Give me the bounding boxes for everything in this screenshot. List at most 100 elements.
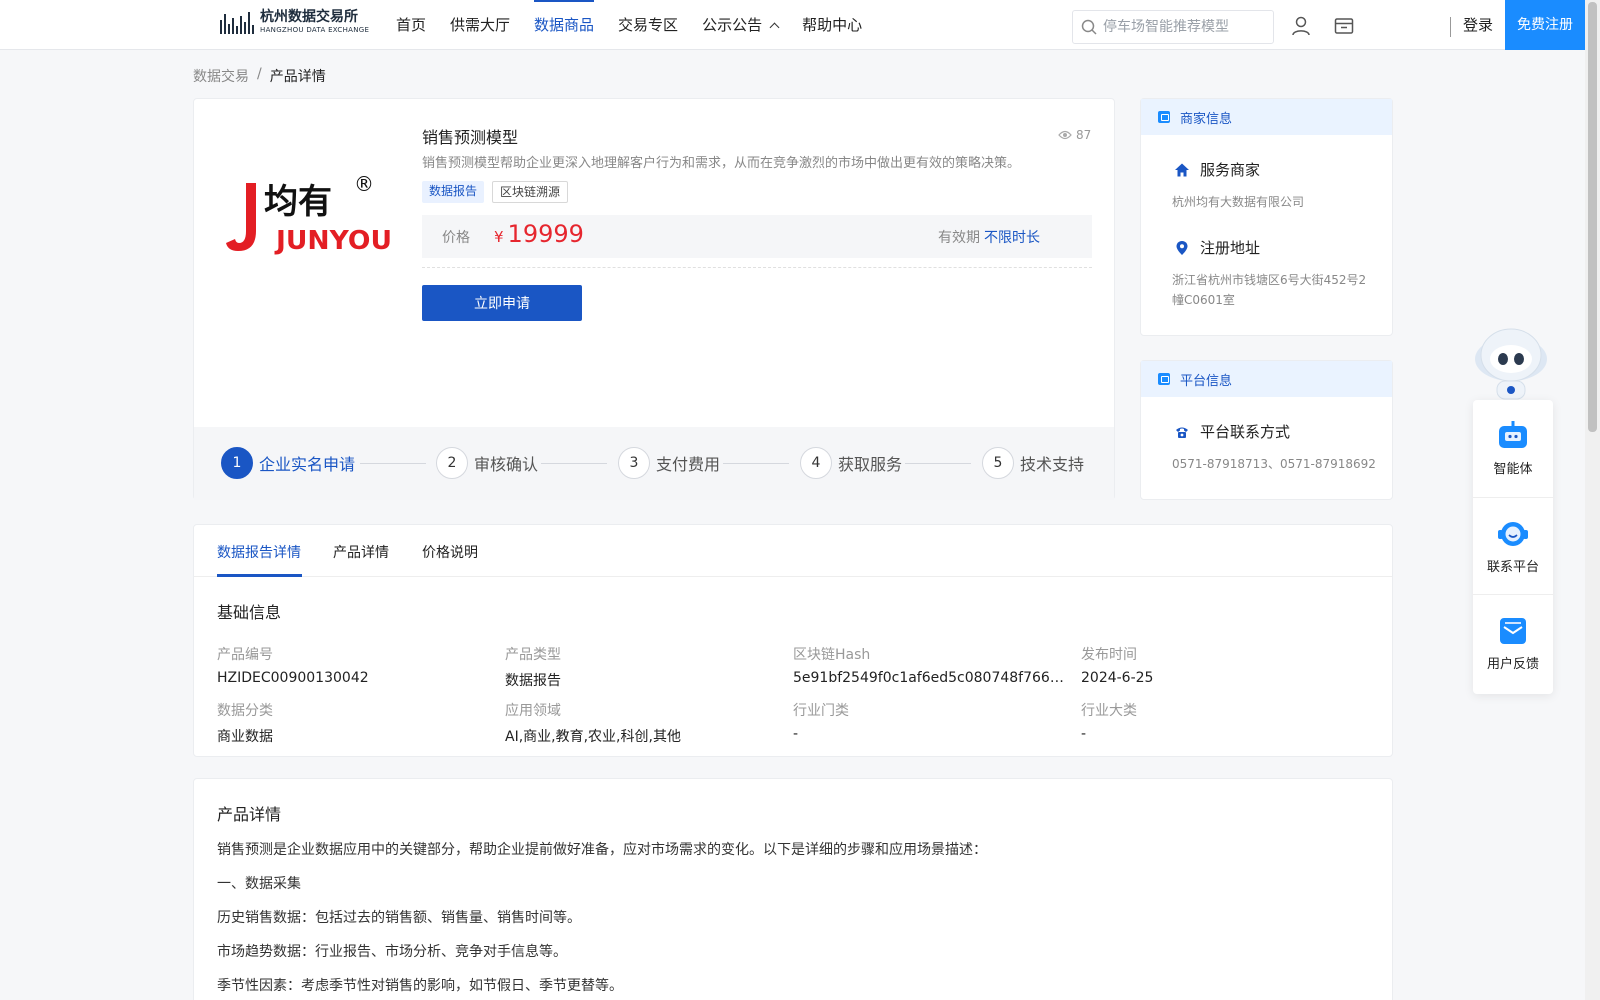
card-icon [1158,373,1170,385]
nav-supply-demand[interactable]: 供需大厅 [450,0,510,50]
headset-icon [1498,521,1528,546]
registered-address-value: 浙江省杭州市钱塘区6号大街452号2幢C0601室 [1172,273,1367,307]
breadcrumb-current: 产品详情 [269,69,326,85]
user-feedback-label: 用户反馈 [1486,656,1539,672]
report-detail-card: 数据报告详情 产品详情 价格说明 基础信息 产品编号 HZIDEC00900130… [193,524,1393,757]
nav-trading-zone-label: 交易专区 [618,15,679,34]
platform-info-header: 平台信息 [1141,361,1392,397]
field-value: AI,商业,教育,农业,科创,其他 [505,729,681,745]
service-merchant-row: 服务商家 [1174,159,1260,180]
field-industry-division: 行业大类 - [1081,700,1361,742]
step-connector [905,463,971,464]
contact-platform-tool[interactable]: 联系平台 [1473,497,1553,594]
site-logo[interactable]: 杭州数据交易所 HANGZHOU DATA EXCHANGE [220,10,369,35]
tab-report-details[interactable]: 数据报告详情 [217,542,301,562]
breadcrumb-root[interactable]: 数据交易 [193,66,249,86]
svg-text:®: ® [354,172,374,196]
step-connector [541,463,607,464]
product-tags: 数据报告 区块链溯源 [422,181,569,203]
merchant-info-header: 商家信息 [1141,99,1392,135]
logo-bars-icon [220,11,254,34]
agent-tool[interactable]: 智能体 [1473,400,1553,497]
platform-contact-value: 0571-87918713、0571-87918692 [1172,457,1376,471]
svg-text:均有: 均有 [264,182,332,222]
detail-paragraph: 销售预测是企业数据应用中的关键部分，帮助企业提前做好准备，应对市场需求的变化。以… [217,842,987,858]
page-scrollbar[interactable] [1585,0,1600,1000]
step-3: 3 支付费用 [618,447,720,479]
tab-product-details[interactable]: 产品详情 [333,542,389,562]
nav-home[interactable]: 首页 [396,0,426,50]
price-divider [422,267,1092,268]
detail-paragraph: 市场趋势数据：行业报告、市场分析、竞争对手信息等。 [217,944,567,960]
register-button[interactable]: 免费注册 [1505,0,1585,50]
field-publish-date: 发布时间 2024-6-25 [1081,644,1361,686]
detail-paragraph: 季节性因素：考虑季节性对销售的影响，如节假日、季节更替等。 [217,978,623,994]
step-connector [360,463,426,464]
field-label: 产品类型 [505,647,561,663]
robot-assistant-icon[interactable] [1473,325,1549,401]
field-blockchain-hash: 区块链Hash 5e91bf2549f0c1af6ed5c080748f7667b… [793,644,1073,686]
user-feedback-tool[interactable]: 用户反馈 [1473,594,1553,691]
step-5-label: 技术支持 [1020,455,1085,474]
nav-help-center[interactable]: 帮助中心 [802,0,862,50]
floating-tools: 智能体 联系平台 用户反馈 [1473,400,1553,694]
merchant-info-card: 商家信息 服务商家 杭州均有大数据有限公司 注册地址 浙江省杭州市钱塘区6号大街… [1140,98,1393,336]
field-value: 商业数据 [217,729,273,745]
chevron-up-icon [769,22,780,33]
step-1-label: 企业实名申请 [259,455,356,474]
field-data-category: 数据分类 商业数据 [217,700,497,746]
step-3-number: 3 [618,447,650,479]
search-input[interactable] [1103,19,1263,35]
location-pin-icon [1176,240,1188,255]
step-3-label: 支付费用 [656,455,721,474]
apply-now-button[interactable]: 立即申请 [422,285,582,321]
field-industry-section: 行业门类 - [793,700,1073,742]
field-label: 行业门类 [793,703,849,719]
price-value: ¥ 19999 [494,220,584,248]
nav-supply-demand-label: 供需大厅 [450,15,511,34]
login-link[interactable]: 登录 [1463,0,1493,50]
tag-data-report: 数据报告 [422,181,485,203]
price-number: 19999 [507,220,584,248]
agent-tool-label: 智能体 [1493,462,1533,477]
field-label: 区块链Hash [793,647,871,663]
nav-trading-zone[interactable]: 交易专区 [618,0,678,50]
active-tab-indicator [217,574,302,577]
view-count: 87 [1058,128,1091,142]
field-label: 数据分类 [217,703,273,719]
field-value: - [1081,726,1087,742]
service-merchant-label: 服务商家 [1200,161,1261,179]
shop-icon[interactable] [1333,15,1355,37]
step-2-number: 2 [436,447,468,479]
field-value: 数据报告 [505,673,561,689]
service-merchant-value: 杭州均有大数据有限公司 [1172,195,1305,209]
breadcrumb-separator: / [257,66,262,82]
card-icon [1158,111,1170,123]
validity-value: 不限时长 [984,230,1040,246]
detail-paragraph: 一、数据采集 [217,876,301,892]
brand-logo: 均有 ® JUNYOU [226,172,392,255]
step-connector [723,463,789,464]
nav-data-products-label: 数据商品 [534,15,595,34]
step-2: 2 审核确认 [436,447,538,479]
eye-icon [1058,130,1072,140]
step-1: 1 企业实名申请 [221,447,355,479]
field-label: 产品编号 [217,647,273,663]
step-4: 4 获取服务 [800,447,902,479]
product-detail-card: 产品详情 销售预测是企业数据应用中的关键部分，帮助企业提前做好准备，应对市场需求… [193,778,1393,1000]
field-label: 行业大类 [1081,703,1137,719]
tab-price-description[interactable]: 价格说明 [422,542,478,562]
field-value: 2024-6-25 [1081,670,1154,686]
field-label: 发布时间 [1081,647,1137,663]
user-icon[interactable] [1290,15,1312,37]
view-count-value: 87 [1076,128,1092,142]
logo-text-cn: 杭州数据交易所 [260,9,358,25]
step-5-number: 5 [982,447,1014,479]
contact-platform-label: 联系平台 [1486,559,1539,575]
validity: 有效期 不限时长 [938,227,1040,247]
validity-label: 有效期 [938,230,980,246]
scrollbar-thumb[interactable] [1588,2,1597,432]
nav-data-products[interactable]: 数据商品 [534,0,595,50]
nav-announcements[interactable]: 公示公告 [702,0,780,50]
registered-address-label: 注册地址 [1200,239,1261,257]
